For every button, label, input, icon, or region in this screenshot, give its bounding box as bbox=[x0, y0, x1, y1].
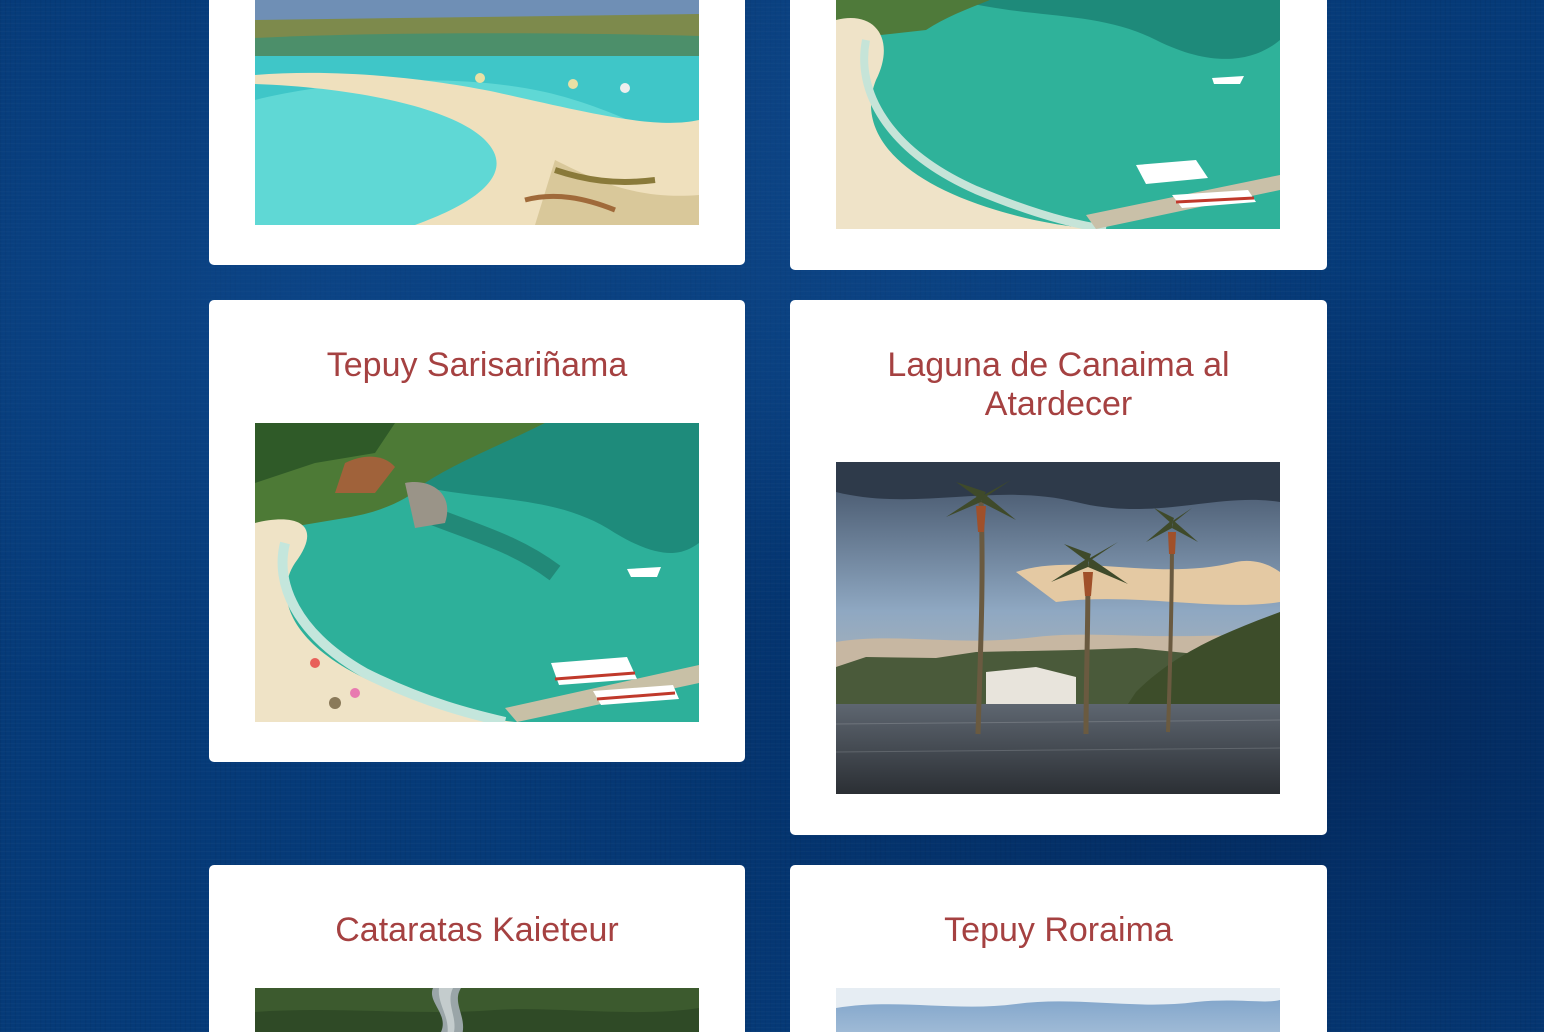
cove-beach-photo[interactable] bbox=[836, 0, 1280, 229]
card-title[interactable]: Cataratas Kaieteur bbox=[229, 911, 725, 950]
card-title[interactable]: Laguna de Canaima al Atardecer bbox=[810, 346, 1307, 424]
beach-sandbar-photo[interactable] bbox=[255, 0, 699, 225]
roraima-sky-photo[interactable] bbox=[836, 988, 1280, 1032]
kaieteur-river-photo[interactable] bbox=[255, 988, 699, 1032]
gallery-card-tepuy-sarisarinama: Tepuy Sarisariñama bbox=[209, 300, 745, 762]
gallery-card-cataratas-kaieteur: Cataratas Kaieteur bbox=[209, 865, 745, 1032]
gallery-card-laguna-de-canaima: Laguna de Canaima al Atardecer bbox=[790, 300, 1327, 835]
card-title[interactable]: Tepuy Roraima bbox=[810, 911, 1307, 950]
gallery-card-1 bbox=[209, 0, 745, 265]
canaima-lagoon-palms-photo[interactable] bbox=[836, 462, 1280, 794]
card-title[interactable]: Tepuy Sarisariñama bbox=[229, 346, 725, 385]
gallery-card-2 bbox=[790, 0, 1327, 270]
cove-beach-photo[interactable] bbox=[255, 423, 699, 722]
gallery-card-tepuy-roraima: Tepuy Roraima bbox=[790, 865, 1327, 1032]
